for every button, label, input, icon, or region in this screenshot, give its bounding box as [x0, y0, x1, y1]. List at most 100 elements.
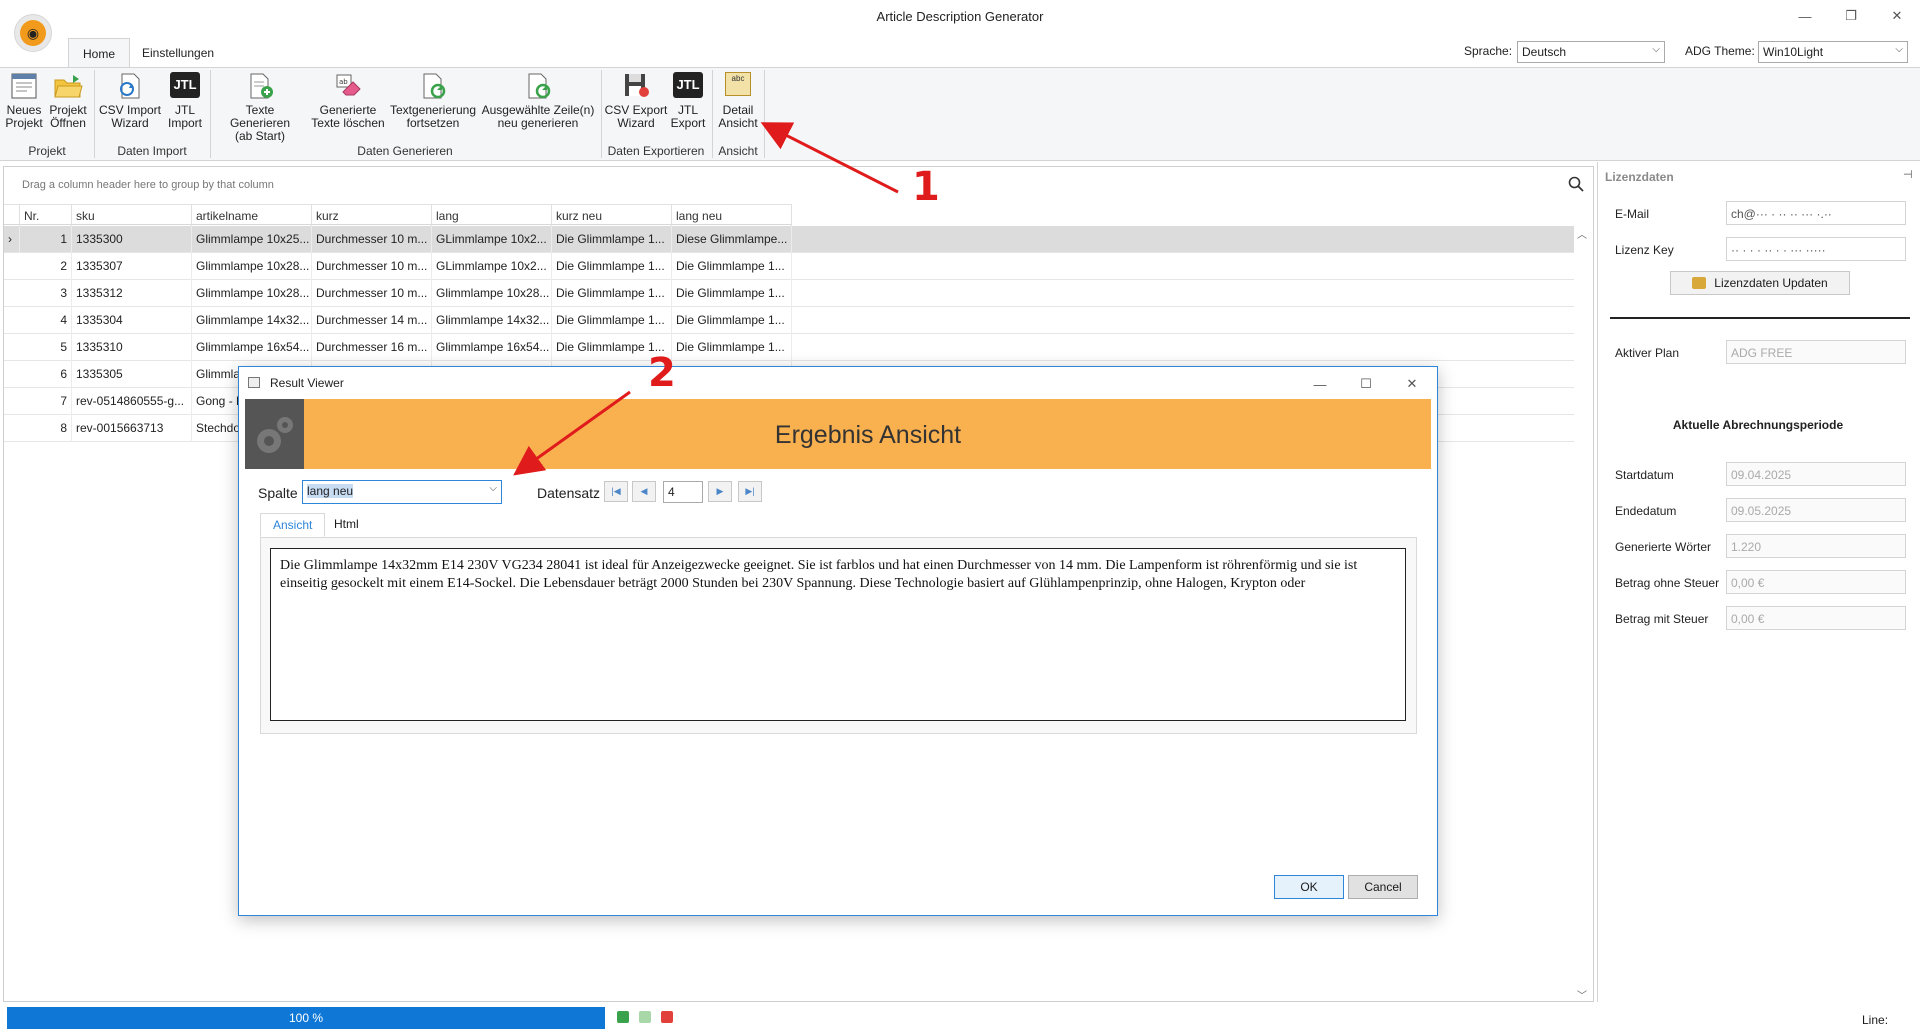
header-lang[interactable]: lang [432, 205, 552, 226]
table-row[interactable]: 5 1335310 Glimmlampe 16x54... Durchmesser 1… [4, 334, 1574, 361]
cell-kurz[interactable]: Durchmesser 10 m... [312, 253, 432, 280]
cell-sku[interactable]: 1335310 [72, 334, 192, 361]
cell-artikelname[interactable]: Glimmlampe 10x28... [192, 280, 312, 307]
new-project-icon [9, 72, 39, 100]
cell-kurz-neu[interactable]: Die Glimmlampe 1... [552, 253, 672, 280]
new-project-button[interactable]: Neues Projekt [4, 72, 44, 130]
tab-home[interactable]: Home [68, 38, 131, 68]
csv-export-wizard-button[interactable]: CSV Export Wizard [604, 72, 668, 130]
table-row[interactable]: › 1 1335300 Glimmlampe 10x25... Durchmesser … [4, 226, 1574, 253]
jtl-export-button[interactable]: JTL JTL Export [668, 72, 708, 130]
cell-kurz[interactable]: Durchmesser 10 m... [312, 280, 432, 307]
stop-icon[interactable] [661, 1011, 673, 1023]
search-icon[interactable] [1568, 176, 1584, 192]
open-project-button[interactable]: Projekt Öffnen [47, 72, 89, 130]
result-text-view[interactable]: Die Glimmlampe 14x32mm E14 230V VG234 28… [270, 548, 1406, 721]
group-label-daten-generieren: Daten Generieren [357, 144, 453, 158]
cell-artikelname[interactable]: Glimmlampe 14x32... [192, 307, 312, 334]
prev-record-button[interactable]: ◀ [632, 481, 656, 502]
cell-artikelname[interactable]: Glimmlampe 16x54... [192, 334, 312, 361]
cell-nr[interactable]: 8 [20, 415, 72, 442]
cell-kurz-neu[interactable]: Die Glimmlampe 1... [552, 307, 672, 334]
email-field[interactable]: ch@··· · ·· ·· ··· ·.·· [1726, 201, 1906, 225]
cell-nr[interactable]: 5 [20, 334, 72, 361]
restore-button[interactable]: ❐ [1828, 4, 1874, 28]
cell-lang[interactable]: Glimmlampe 14x32... [432, 307, 552, 334]
cell-lang[interactable]: Glimmlampe 10x28... [432, 280, 552, 307]
cell-sku[interactable]: rev-0015663713 [72, 415, 192, 442]
cell-artikelname[interactable]: Glimmlampe 10x25... [192, 226, 312, 253]
cell-lang-neu[interactable]: Diese Glimmlampe... [672, 226, 792, 253]
cell-nr[interactable]: 2 [20, 253, 72, 280]
cell-kurz[interactable]: Durchmesser 14 m... [312, 307, 432, 334]
generate-texts-button[interactable]: Texte Generieren (ab Start) [214, 72, 306, 143]
pause-icon[interactable] [617, 1011, 629, 1023]
play-icon[interactable] [639, 1011, 651, 1023]
continue-generation-button[interactable]: Textgenerierung fortsetzen [389, 72, 477, 130]
jtl-import-button[interactable]: JTL JTL Import [164, 72, 206, 130]
table-row[interactable]: 2 1335307 Glimmlampe 10x28... Durchmesser 1… [4, 253, 1574, 280]
theme-select[interactable]: Win10Light ⌵ [1758, 41, 1908, 63]
cancel-button[interactable]: Cancel [1348, 875, 1418, 899]
license-key-label: Lizenz Key [1615, 243, 1674, 257]
cell-lang-neu[interactable]: Die Glimmlampe 1... [672, 334, 792, 361]
pin-icon[interactable]: ⊣ [1903, 168, 1913, 181]
header-nr[interactable]: Nr. [20, 205, 72, 226]
last-record-button[interactable]: ▶| [738, 481, 762, 502]
header-artikelname[interactable]: artikelname [192, 205, 312, 226]
cell-kurz-neu[interactable]: Die Glimmlampe 1... [552, 226, 672, 253]
cell-lang[interactable]: GLimmlampe 10x2... [432, 226, 552, 253]
header-kurz-neu[interactable]: kurz neu [552, 205, 672, 226]
cell-artikelname[interactable]: Glimmlampe 10x28... [192, 253, 312, 280]
tab-ansicht[interactable]: Ansicht [260, 513, 326, 537]
license-key-field[interactable]: ·· · · · ·· · · ··· ····· [1726, 237, 1906, 261]
cell-kurz-neu[interactable]: Die Glimmlampe 1... [552, 280, 672, 307]
detail-view-button[interactable]: abc Detail Ansicht [716, 72, 760, 130]
header-sku[interactable]: sku [72, 205, 192, 226]
close-button[interactable]: ✕ [1874, 4, 1920, 28]
cell-lang-neu[interactable]: Die Glimmlampe 1... [672, 280, 792, 307]
dialog-maximize-button[interactable]: ☐ [1346, 372, 1386, 396]
record-number-input[interactable]: 4 [663, 481, 703, 503]
table-row[interactable]: 4 1335304 Glimmlampe 14x32... Durchmesser 1… [4, 307, 1574, 334]
next-record-button[interactable]: ▶ [708, 481, 732, 502]
ok-button[interactable]: OK [1274, 875, 1344, 899]
minimize-button[interactable]: — [1782, 4, 1828, 28]
cell-sku[interactable]: 1335307 [72, 253, 192, 280]
cell-sku[interactable]: 1335305 [72, 361, 192, 388]
cell-lang[interactable]: Glimmlampe 16x54... [432, 334, 552, 361]
update-license-button[interactable]: Lizenzdaten Updaten [1670, 271, 1850, 295]
cell-lang[interactable]: GLimmlampe 10x2... [432, 253, 552, 280]
table-row[interactable]: 3 1335312 Glimmlampe 10x28... Durchmesser 1… [4, 280, 1574, 307]
sprache-select[interactable]: Deutsch ⌵ [1517, 41, 1665, 63]
cell-sku[interactable]: 1335300 [72, 226, 192, 253]
cell-lang-neu[interactable]: Die Glimmlampe 1... [672, 307, 792, 334]
dialog-close-button[interactable]: ✕ [1392, 372, 1432, 396]
vertical-scrollbar[interactable]: ︿ ﹀ [1574, 226, 1592, 1002]
dialog-minimize-button[interactable]: — [1300, 372, 1340, 396]
header-lang-neu[interactable]: lang neu [672, 205, 792, 226]
cell-lang-neu[interactable]: Die Glimmlampe 1... [672, 253, 792, 280]
eraser-icon: ab [333, 72, 363, 100]
spalte-select[interactable]: lang neu ⌵ [302, 480, 502, 504]
regenerate-selected-button[interactable]: Ausgewählte Zeile(n) neu generieren [480, 72, 596, 130]
tab-html[interactable]: Html [322, 513, 371, 537]
cell-nr[interactable]: 6 [20, 361, 72, 388]
cell-kurz[interactable]: Durchmesser 10 m... [312, 226, 432, 253]
cell-nr[interactable]: 3 [20, 280, 72, 307]
tab-einstellungen[interactable]: Einstellungen [128, 38, 228, 68]
first-record-button[interactable]: |◀ [604, 481, 628, 502]
cell-nr[interactable]: 7 [20, 388, 72, 415]
csv-import-wizard-button[interactable]: CSV Import Wizard [98, 72, 162, 130]
chevron-down-icon: ⌵ [489, 483, 497, 494]
scroll-up-icon[interactable]: ︿ [1577, 226, 1587, 241]
cell-kurz[interactable]: Durchmesser 16 m... [312, 334, 432, 361]
header-kurz[interactable]: kurz [312, 205, 432, 226]
cell-sku[interactable]: 1335304 [72, 307, 192, 334]
cell-nr[interactable]: 4 [20, 307, 72, 334]
scroll-down-icon[interactable]: ﹀ [1577, 987, 1587, 1002]
delete-generated-texts-button[interactable]: ab Generierte Texte löschen [308, 72, 388, 130]
cell-sku[interactable]: 1335312 [72, 280, 192, 307]
cell-nr[interactable]: 1 [20, 226, 72, 253]
cell-sku[interactable]: rev-0514860555-g... [72, 388, 192, 415]
